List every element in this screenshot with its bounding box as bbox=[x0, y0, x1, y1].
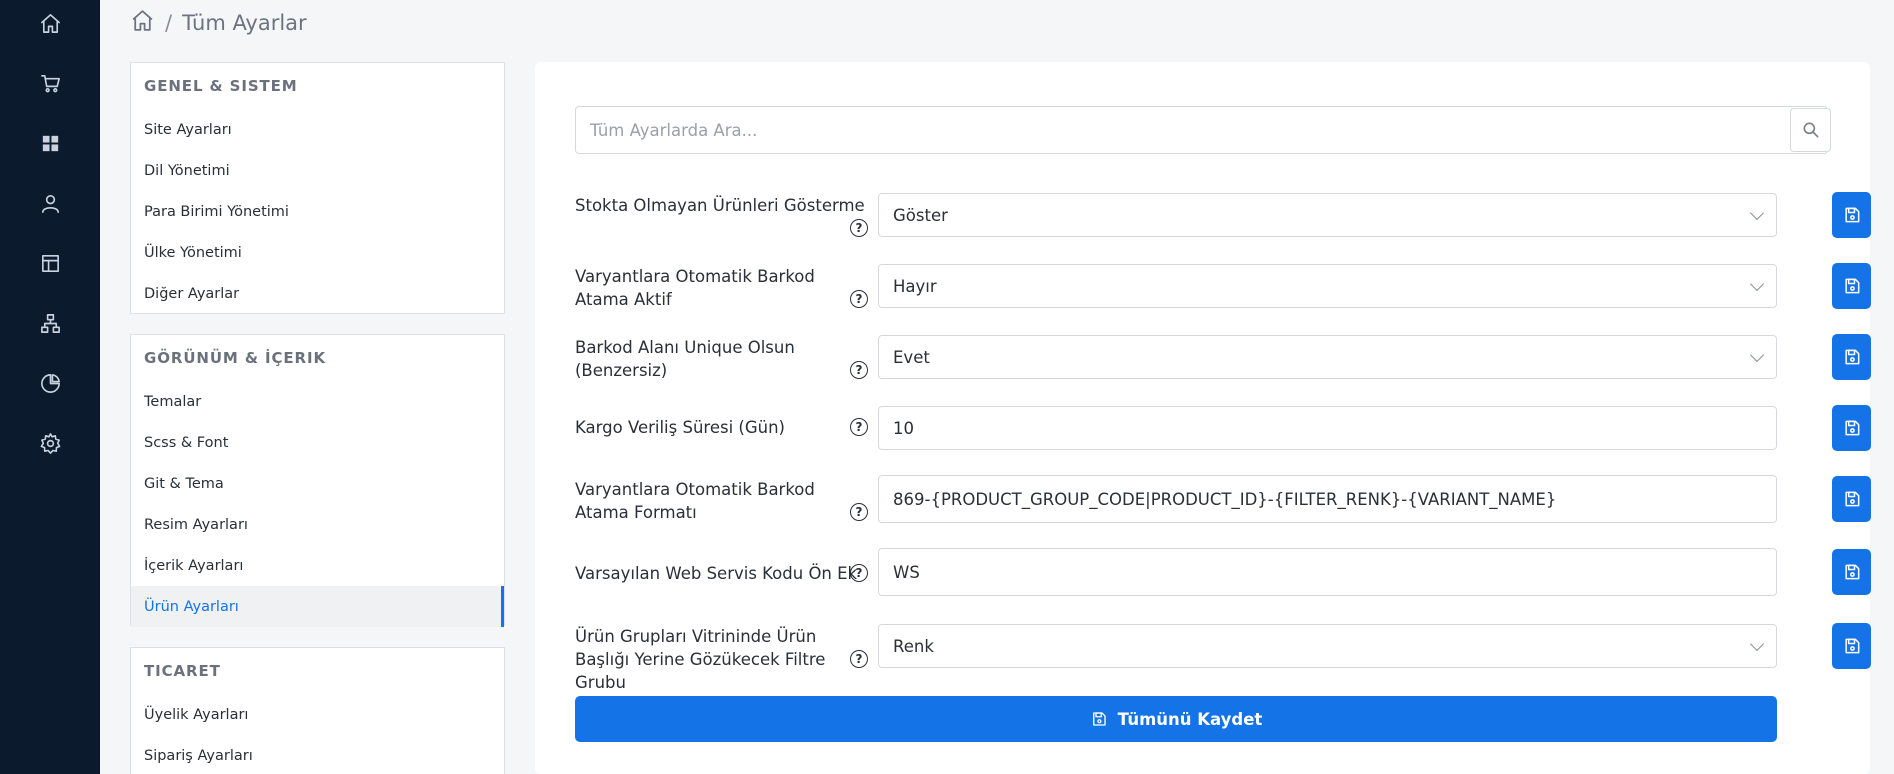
gear-icon[interactable] bbox=[22, 421, 78, 465]
floppy-disk-icon bbox=[1092, 712, 1106, 726]
icon-rail bbox=[0, 0, 100, 774]
settings-panel: Stokta Olmayan Ürünleri Gösterme ? Göste… bbox=[535, 62, 1871, 774]
setting-select[interactable]: Renk bbox=[878, 624, 1777, 668]
menu-group-commerce: TICARET Üyelik Ayarları Sipariş Ayarları bbox=[130, 647, 505, 774]
setting-label: Barkod Alanı Unique Olsun (Benzersiz) bbox=[575, 338, 795, 380]
breadcrumb-separator: / bbox=[165, 11, 173, 35]
input-value: 10 bbox=[893, 418, 914, 438]
setting-row: Varyantlara Otomatik Barkod Atama Aktif … bbox=[575, 263, 1871, 313]
select-value: Hayır bbox=[893, 276, 937, 296]
select-value: Göster bbox=[893, 205, 948, 225]
setting-input[interactable]: 869-{PRODUCT_GROUP_CODE|PRODUCT_ID}-{FIL… bbox=[878, 475, 1777, 523]
menu-item-content-settings[interactable]: İçerik Ayarları bbox=[131, 545, 504, 586]
floppy-disk-icon bbox=[1844, 564, 1859, 580]
menu-item-product-settings[interactable]: Ürün Ayarları bbox=[131, 586, 504, 627]
help-icon[interactable]: ? bbox=[850, 290, 868, 308]
breadcrumb-current: Tüm Ayarlar bbox=[182, 11, 307, 35]
save-all-button[interactable]: Tümünü Kaydet bbox=[575, 696, 1777, 742]
floppy-disk-icon bbox=[1844, 491, 1859, 507]
help-icon[interactable]: ? bbox=[850, 219, 868, 237]
menu-group-general: GENEL & SISTEM Site Ayarları Dil Yönetim… bbox=[130, 62, 505, 314]
floppy-disk-icon bbox=[1844, 207, 1859, 223]
menu-item-country[interactable]: Ülke Yönetimi bbox=[131, 232, 504, 273]
input-value: WS bbox=[893, 562, 920, 582]
cart-icon[interactable] bbox=[22, 61, 78, 105]
setting-select[interactable]: Hayır bbox=[878, 264, 1777, 308]
setting-label: Varyantlara Otomatik Barkod Atama Format… bbox=[575, 480, 815, 522]
sitemap-icon[interactable] bbox=[22, 301, 78, 345]
menu-item-git-theme[interactable]: Git & Tema bbox=[131, 463, 504, 504]
chevron-down-icon bbox=[1749, 205, 1765, 221]
setting-select[interactable]: Göster bbox=[878, 193, 1777, 237]
grid-icon[interactable] bbox=[22, 121, 78, 165]
floppy-disk-icon bbox=[1844, 638, 1859, 654]
search-input[interactable] bbox=[575, 106, 1828, 154]
save-all-label: Tümünü Kaydet bbox=[1117, 709, 1263, 729]
setting-label: Ürün Grupları Vitrininde Ürün Başlığı Ye… bbox=[575, 627, 826, 692]
menu-group-title: GENEL & SISTEM bbox=[144, 77, 298, 95]
setting-label: Varsayılan Web Servis Kodu Ön Ek bbox=[575, 564, 858, 583]
help-icon[interactable]: ? bbox=[850, 650, 868, 668]
layout-icon[interactable] bbox=[22, 241, 78, 285]
help-icon[interactable]: ? bbox=[850, 564, 868, 582]
help-icon[interactable]: ? bbox=[850, 503, 868, 521]
save-button[interactable] bbox=[1832, 476, 1871, 522]
menu-item-themes[interactable]: Temalar bbox=[131, 381, 504, 422]
save-button[interactable] bbox=[1832, 334, 1871, 380]
pie-chart-icon[interactable] bbox=[22, 361, 78, 405]
menu-group-title: GÖRÜNÜM & İÇERIK bbox=[144, 349, 326, 367]
setting-row: Stokta Olmayan Ürünleri Gösterme ? Göste… bbox=[575, 192, 1871, 242]
menu-item-other[interactable]: Diğer Ayarlar bbox=[131, 273, 504, 314]
help-icon[interactable]: ? bbox=[850, 361, 868, 379]
menu-item-language[interactable]: Dil Yönetimi bbox=[131, 150, 504, 191]
home-icon[interactable] bbox=[22, 1, 78, 45]
setting-input[interactable]: WS bbox=[878, 548, 1777, 596]
menu-group-title: TICARET bbox=[144, 662, 221, 680]
search-button[interactable] bbox=[1790, 108, 1831, 152]
floppy-disk-icon bbox=[1844, 278, 1859, 294]
save-button[interactable] bbox=[1832, 405, 1871, 451]
menu-item-orders[interactable]: Sipariş Ayarları bbox=[131, 735, 504, 774]
menu-item-scss-font[interactable]: Scss & Font bbox=[131, 422, 504, 463]
menu-item-image-settings[interactable]: Resim Ayarları bbox=[131, 504, 504, 545]
save-button[interactable] bbox=[1832, 263, 1871, 309]
setting-select[interactable]: Evet bbox=[878, 335, 1777, 379]
setting-row: Varsayılan Web Servis Kodu Ön Ek ? WS bbox=[575, 548, 1871, 600]
setting-row: Barkod Alanı Unique Olsun (Benzersiz) ? … bbox=[575, 334, 1871, 384]
save-button[interactable] bbox=[1832, 549, 1871, 595]
select-value: Evet bbox=[893, 347, 930, 367]
setting-label: Stokta Olmayan Ürünleri Gösterme bbox=[575, 196, 865, 215]
menu-item-site-settings[interactable]: Site Ayarları bbox=[131, 109, 504, 150]
home-icon[interactable] bbox=[130, 8, 155, 38]
floppy-disk-icon bbox=[1844, 420, 1859, 436]
setting-label: Kargo Veriliş Süresi (Gün) bbox=[575, 418, 785, 437]
menu-item-membership[interactable]: Üyelik Ayarları bbox=[131, 694, 504, 735]
chevron-down-icon bbox=[1749, 276, 1765, 292]
floppy-disk-icon bbox=[1844, 349, 1859, 365]
setting-input[interactable]: 10 bbox=[878, 406, 1777, 450]
setting-label: Varyantlara Otomatik Barkod Atama Aktif bbox=[575, 267, 815, 309]
setting-row: Varyantlara Otomatik Barkod Atama Format… bbox=[575, 475, 1871, 527]
search-icon bbox=[1803, 122, 1818, 138]
help-icon[interactable]: ? bbox=[850, 418, 868, 436]
chevron-down-icon bbox=[1749, 347, 1765, 363]
setting-row: Ürün Grupları Vitrininde Ürün Başlığı Ye… bbox=[575, 623, 1871, 692]
setting-row: Kargo Veriliş Süresi (Gün) ? 10 bbox=[575, 405, 1871, 455]
save-button[interactable] bbox=[1832, 192, 1871, 238]
select-value: Renk bbox=[893, 636, 934, 656]
user-icon[interactable] bbox=[22, 181, 78, 225]
save-button[interactable] bbox=[1832, 623, 1871, 669]
input-value: 869-{PRODUCT_GROUP_CODE|PRODUCT_ID}-{FIL… bbox=[893, 489, 1557, 509]
breadcrumb: / Tüm Ayarlar bbox=[130, 8, 307, 38]
menu-item-currency[interactable]: Para Birimi Yönetimi bbox=[131, 191, 504, 232]
menu-group-appearance: GÖRÜNÜM & İÇERIK Temalar Scss & Font Git… bbox=[130, 334, 505, 627]
chevron-down-icon bbox=[1749, 636, 1765, 652]
